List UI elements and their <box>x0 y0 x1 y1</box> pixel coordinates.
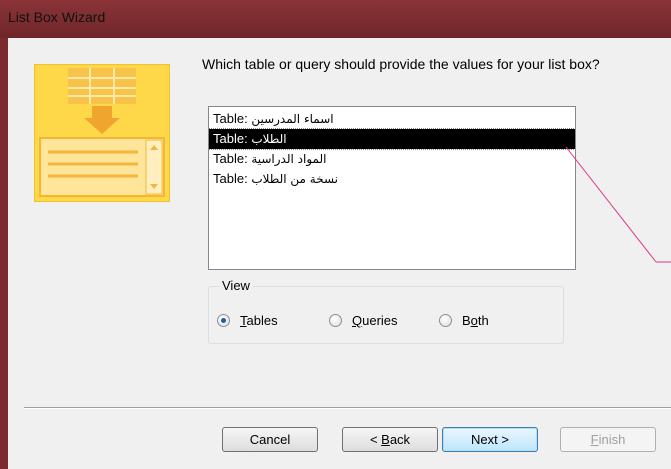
dialog-client-area: Which table or query should provide the … <box>8 38 671 469</box>
back-button[interactable]: < Back <box>342 427 438 452</box>
radio-both-label: Both <box>462 313 489 328</box>
list-item-name: اسماء المدرسين <box>251 112 334 126</box>
finish-button[interactable]: Finish <box>560 427 656 452</box>
button-separator <box>24 407 671 409</box>
tables-queries-listbox[interactable]: Table: اسماء المدرسين Table: الطلاب Tabl… <box>208 106 576 270</box>
prompt-text: Which table or query should provide the … <box>202 56 600 72</box>
radio-tables-label: Tables <box>240 313 278 328</box>
radio-button-checked-icon[interactable] <box>217 314 230 327</box>
radio-button-icon[interactable] <box>439 314 452 327</box>
radio-button-icon[interactable] <box>329 314 342 327</box>
radio-tables[interactable]: Tables <box>217 313 278 328</box>
list-item-prefix: Table: <box>213 171 252 186</box>
list-item[interactable]: Table: المواد الدراسية <box>209 149 575 169</box>
list-item-selected[interactable]: Table: الطلاب <box>208 128 576 150</box>
next-button[interactable]: Next > <box>442 427 538 452</box>
list-box-wizard-window: List Box Wizard Which table or query sho… <box>0 0 671 469</box>
title-bar[interactable]: List Box Wizard <box>0 0 671 38</box>
list-item-name: نسخة من الطلاب <box>251 172 339 186</box>
view-groupbox: View Tables Queries Both <box>208 278 564 344</box>
list-item-prefix: Table: <box>213 111 252 126</box>
view-group-label: View <box>219 278 253 293</box>
list-item[interactable]: Table: نسخة من الطلاب <box>209 169 575 189</box>
radio-queries[interactable]: Queries <box>329 313 398 328</box>
list-item[interactable]: Table: اسماء المدرسين <box>209 109 575 129</box>
window-title: List Box Wizard <box>8 9 106 25</box>
list-item-name: الطلاب <box>251 132 287 146</box>
cancel-button[interactable]: Cancel <box>222 427 318 452</box>
list-item-prefix: Table: <box>213 151 252 166</box>
list-box-wizard-graphic-icon <box>34 64 170 202</box>
list-item-prefix: Table: <box>213 131 252 146</box>
radio-queries-label: Queries <box>352 313 398 328</box>
list-item-name: المواد الدراسية <box>251 152 327 166</box>
radio-both[interactable]: Both <box>439 313 489 328</box>
